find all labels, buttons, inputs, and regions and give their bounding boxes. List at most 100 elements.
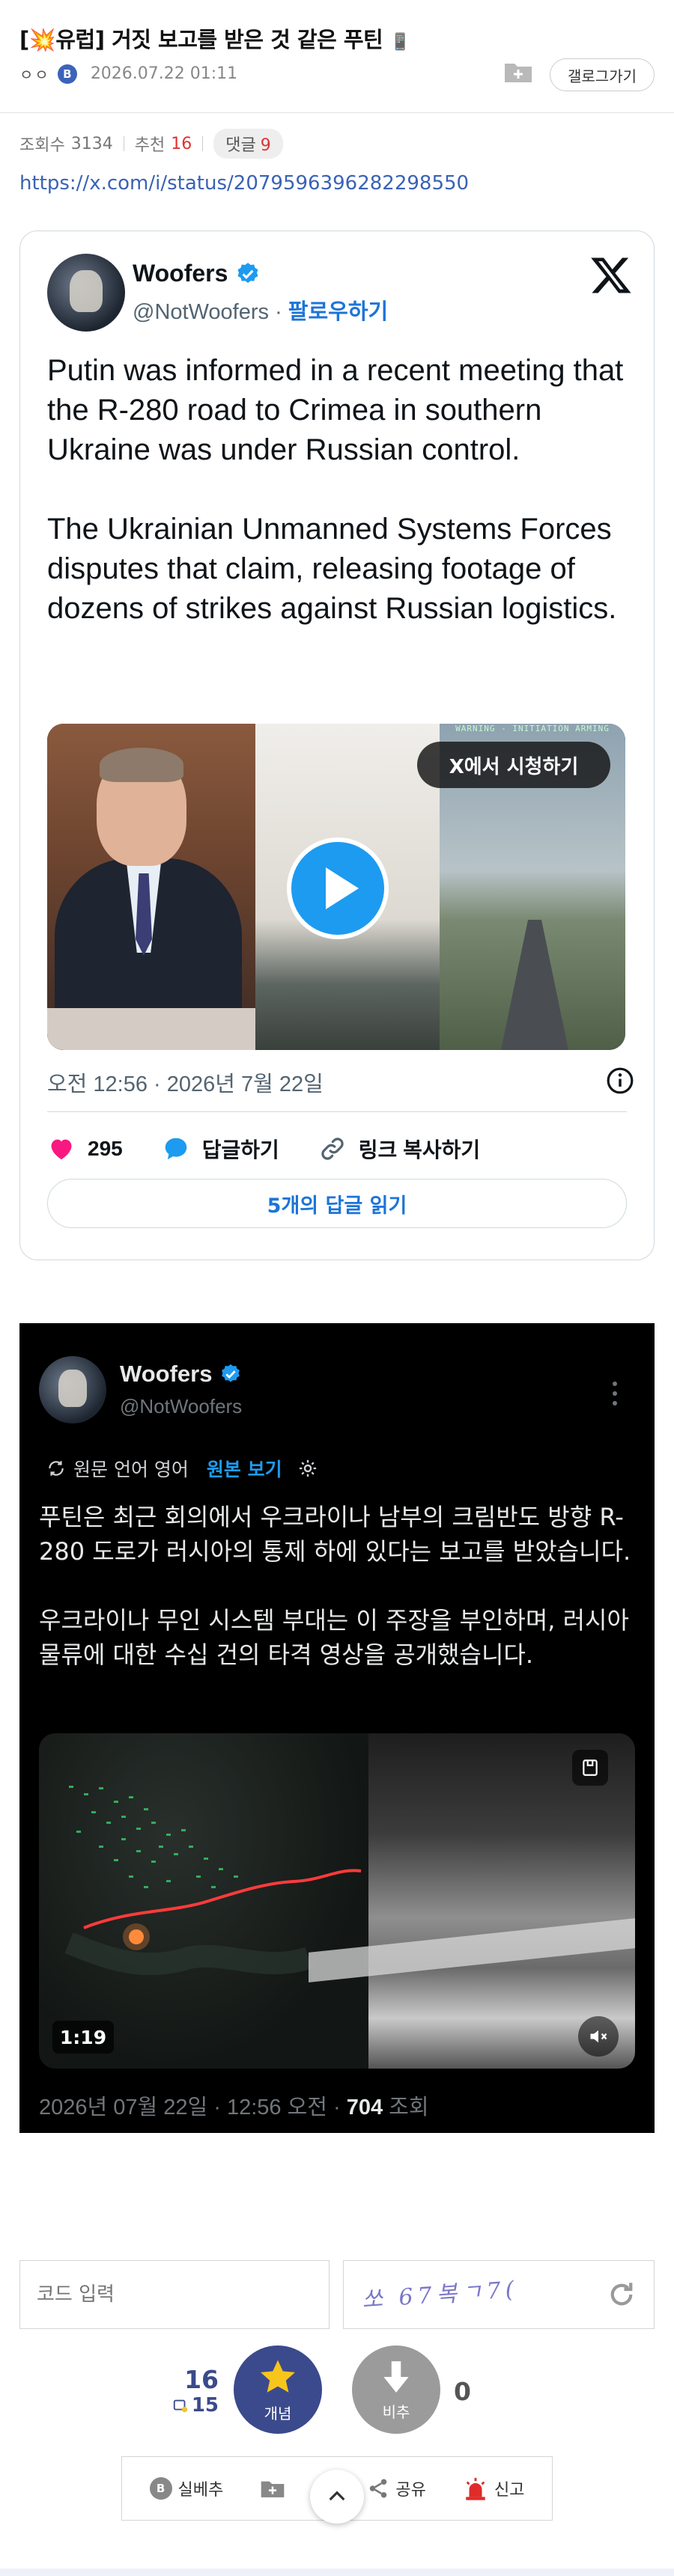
- video-hud-text: WARNING - INITIATION ARMING: [455, 724, 610, 733]
- like-button[interactable]: 295: [47, 1135, 123, 1163]
- scrap-button[interactable]: [260, 2477, 285, 2500]
- siren-icon: [466, 2477, 485, 2500]
- tweet-handle-row: @NotWoofers · 팔로우하기: [133, 294, 388, 326]
- front-line-map-graphic: [64, 1786, 362, 1976]
- share-label: 공유: [395, 2481, 426, 2500]
- chevron-up-icon: [329, 2491, 345, 2501]
- post-stats: 조회수 3134 추천 16 댓글 9: [19, 129, 283, 159]
- author-nickname[interactable]: ㅇㅇ: [19, 63, 50, 85]
- screenshot-author-name: Woofers: [120, 1361, 213, 1387]
- post-date: 2026.07.22 01:11: [90, 64, 238, 83]
- comments-count: 9: [260, 136, 271, 155]
- screenshot-author: Woofers: [120, 1361, 242, 1388]
- handle-separator: ·: [269, 300, 288, 324]
- info-icon[interactable]: [606, 1066, 634, 1095]
- best-recommend-button[interactable]: B 실베추: [149, 2476, 224, 2500]
- tweet-text: Putin was informed in a recent meeting t…: [47, 354, 624, 625]
- best-badge-icon: B: [149, 2477, 172, 2500]
- verified-icon: [237, 262, 258, 283]
- read-replies-button[interactable]: 5개의 답글 읽기: [47, 1179, 627, 1228]
- folder-plus-icon[interactable]: [503, 60, 533, 84]
- share-button[interactable]: 공유: [367, 2476, 426, 2500]
- view-original-link: 원본 보기: [206, 1459, 282, 1480]
- down-arrow-icon: [383, 2360, 409, 2393]
- tweet-handle[interactable]: @NotWoofers: [133, 300, 269, 324]
- upvote-count: 16: [184, 2365, 219, 2394]
- tweet-actions: 295 답글하기 링크 복사하기: [47, 1134, 519, 1164]
- views-count: 3134: [70, 134, 113, 153]
- fixed-user-upvote-count: 15: [169, 2394, 219, 2417]
- upvotes-label: 추천: [134, 136, 166, 155]
- translated-text: 푸틴은 최근 회의에서 우크라이나 남부의 크림반도 방향 R-280 도로가 …: [39, 1503, 631, 1669]
- captcha-code-input[interactable]: [19, 2260, 330, 2329]
- copy-link-button[interactable]: 링크 복사하기: [318, 1134, 480, 1164]
- more-vertical-icon: [613, 1382, 617, 1405]
- watch-on-x-button[interactable]: X에서 시청하기: [417, 742, 610, 788]
- reply-button[interactable]: 답글하기: [162, 1134, 279, 1164]
- translate-icon: [49, 1461, 64, 1476]
- fixed-count-value: 15: [191, 2394, 219, 2417]
- source-link[interactable]: https://x.com/i/status/20795963962822985…: [19, 172, 469, 195]
- screenshot-date: 2026년 07월 22일 · 12:56 오전 ·: [39, 2096, 347, 2119]
- verified-icon: [222, 1364, 240, 1382]
- play-icon[interactable]: [287, 837, 389, 939]
- upvotes-count: 16: [171, 134, 192, 153]
- fixed-user-icon: [173, 2399, 187, 2413]
- follow-button[interactable]: 팔로우하기: [288, 300, 388, 324]
- copy-link-label: 링크 복사하기: [358, 1138, 481, 1162]
- mobile-icon: 📱: [389, 33, 410, 52]
- author-badge-icon: B: [57, 64, 77, 84]
- screenshot-views: 704: [346, 2096, 383, 2119]
- screenshot-footer: 2026년 07월 22일 · 12:56 오전 · 704 조회: [39, 2090, 429, 2121]
- translation-bar: 원문 언어 영어 원본 보기: [46, 1455, 318, 1482]
- scroll-to-top-button[interactable]: [310, 2470, 364, 2524]
- screenshot-views-label: 조회: [383, 2096, 429, 2119]
- gallog-button[interactable]: 갤로그가기: [550, 58, 655, 91]
- translated-tweet-image: Woofers @NotWoofers 원문 언어 영어 원본 보기 푸틴은 최…: [19, 1323, 655, 2133]
- folder-plus-icon: [261, 2481, 285, 2497]
- link-icon: [321, 1138, 344, 1160]
- tweet-author-name: Woofers: [133, 260, 228, 287]
- tweet-timestamp[interactable]: 오전 12:56 · 2026년 7월 22일: [47, 1066, 324, 1098]
- tweet-embed: Woofers @NotWoofers · 팔로우하기 Putin was in…: [19, 231, 655, 1260]
- downvote-count: 0: [454, 2377, 471, 2406]
- translation-prefix: 원문 언어 영어: [73, 1459, 189, 1480]
- comments-label: 댓글: [225, 136, 256, 155]
- like-count: 295: [88, 1137, 123, 1160]
- post-title-text: 거짓 보고를 받은 것 같은 푸틴: [112, 27, 383, 52]
- tweet-author[interactable]: Woofers: [133, 260, 261, 287]
- stats-separator: [202, 136, 204, 151]
- post-meta: ㅇㅇ B 2026.07.22 01:11: [19, 63, 237, 85]
- upvote-button[interactable]: 개념: [234, 2345, 322, 2434]
- post-category-tag: [💥유럽]: [19, 27, 105, 52]
- save-media-icon: [572, 1750, 608, 1786]
- upvote-label: 개념: [264, 2404, 292, 2423]
- reply-label: 답글하기: [201, 1138, 279, 1162]
- video-frame-meeting: [47, 724, 255, 1050]
- upvote-stats: 16 15: [169, 2365, 219, 2417]
- post-title: [💥유럽] 거짓 보고를 받은 것 같은 푸틴 📱: [19, 22, 410, 54]
- tweet-video[interactable]: WARNING - INITIATION ARMING X에서 시청하기: [47, 724, 625, 1050]
- star-icon: [261, 2360, 295, 2393]
- refresh-icon[interactable]: [606, 2279, 637, 2310]
- comments-button[interactable]: 댓글 9: [213, 129, 283, 159]
- share-icon: [370, 2479, 387, 2498]
- screenshot-handle: @NotWoofers: [120, 1395, 243, 1417]
- downvote-label: 비추: [382, 2402, 410, 2421]
- gear-icon: [299, 1459, 316, 1477]
- map-frame: [39, 1733, 368, 2069]
- best-recommend-label: 실베추: [177, 2481, 224, 2500]
- captcha-image: 쏘 67복ㄱ7(: [343, 2260, 655, 2329]
- muted-speaker-icon: [578, 2016, 619, 2057]
- report-button[interactable]: 신고: [463, 2476, 524, 2501]
- heart-icon: [51, 1139, 72, 1160]
- avatar[interactable]: [47, 254, 125, 332]
- x-logo-icon[interactable]: [589, 254, 633, 297]
- downvote-button[interactable]: 비추: [352, 2345, 440, 2434]
- footer-strip: [0, 2569, 674, 2576]
- header-divider: [0, 112, 674, 113]
- speech-bubble-icon: [165, 1138, 186, 1160]
- report-label: 신고: [494, 2481, 525, 2500]
- strike-video-thumbnail: 1:19: [39, 1733, 635, 2069]
- captcha-code-text: 쏘 67복ㄱ7(: [361, 2276, 520, 2314]
